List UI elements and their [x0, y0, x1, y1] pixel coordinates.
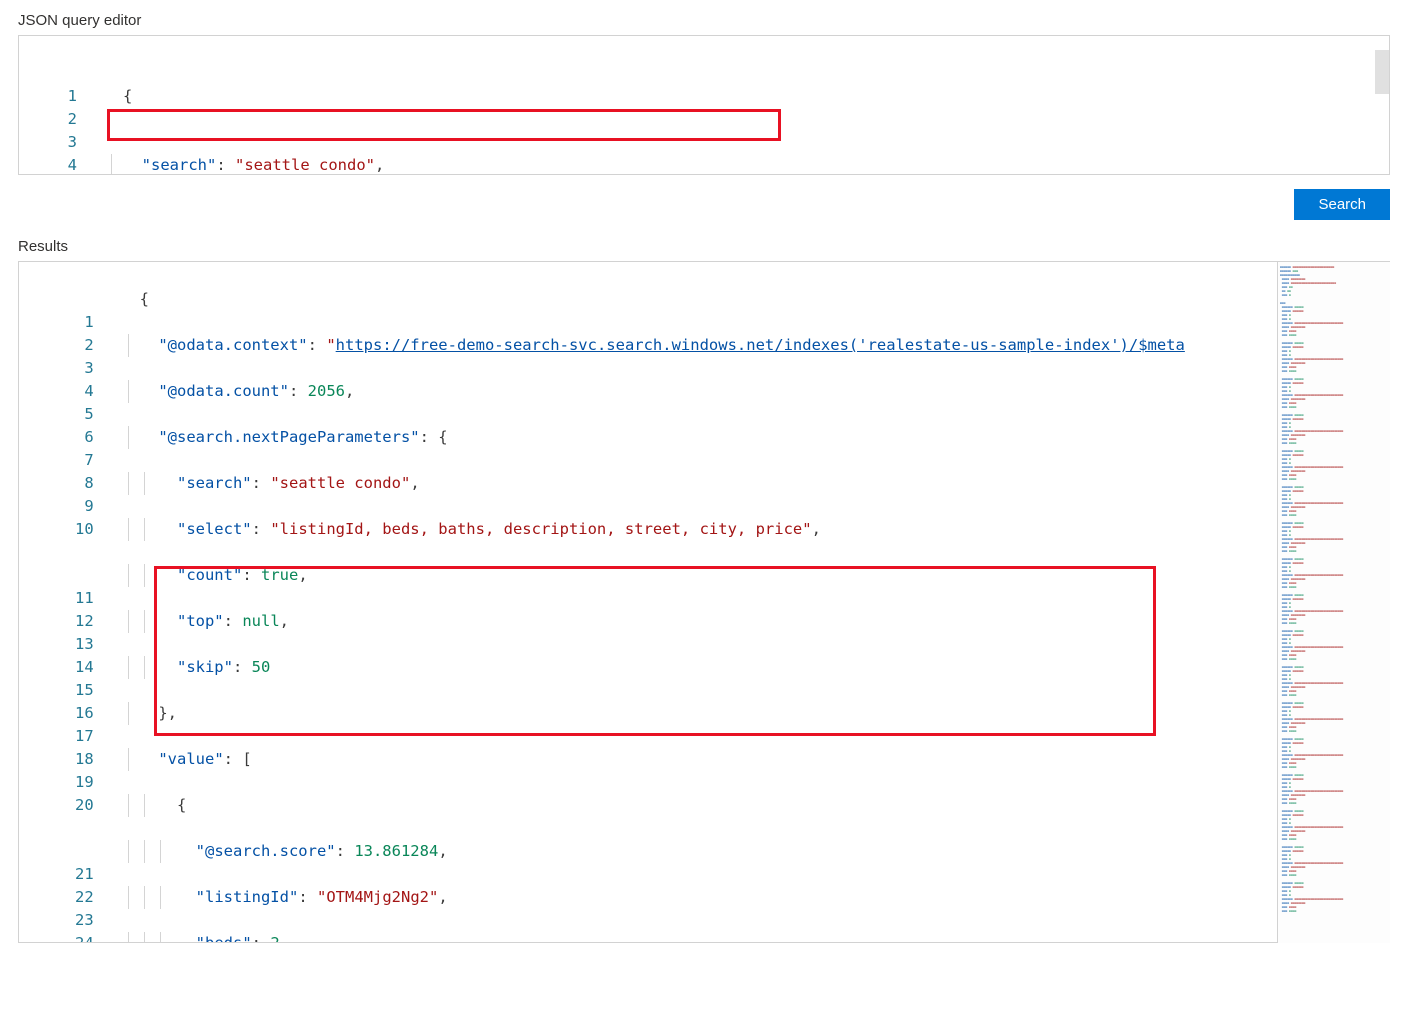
query-editor-label: JSON query editor [18, 12, 1390, 29]
line-gutter: 12345 [19, 36, 95, 174]
query-highlight-box [107, 109, 781, 141]
results-editor[interactable]: 12345678910 11121314151617181920 2122232… [18, 261, 1278, 943]
query-code[interactable]: { "search": "seattle condo", "count": tr… [95, 36, 1389, 174]
results-code[interactable]: { "@odata.context": "https://free-demo-s… [112, 262, 1277, 942]
line-gutter: 12345678910 11121314151617181920 2122232… [19, 262, 112, 942]
query-editor[interactable]: 12345 { "search": "seattle condo", "coun… [18, 35, 1390, 175]
results-label: Results [18, 238, 1390, 255]
scrollbar-ghost [1375, 50, 1389, 94]
minimap[interactable]: ▬▬▬▬▬▬ ▬▬▬▬▬▬▬▬▬▬▬▬▬▬▬▬▬▬▬▬▬▬▬ ▬▬▬▬▬▬ ▬▬… [1278, 261, 1390, 943]
search-button[interactable]: Search [1294, 189, 1390, 220]
